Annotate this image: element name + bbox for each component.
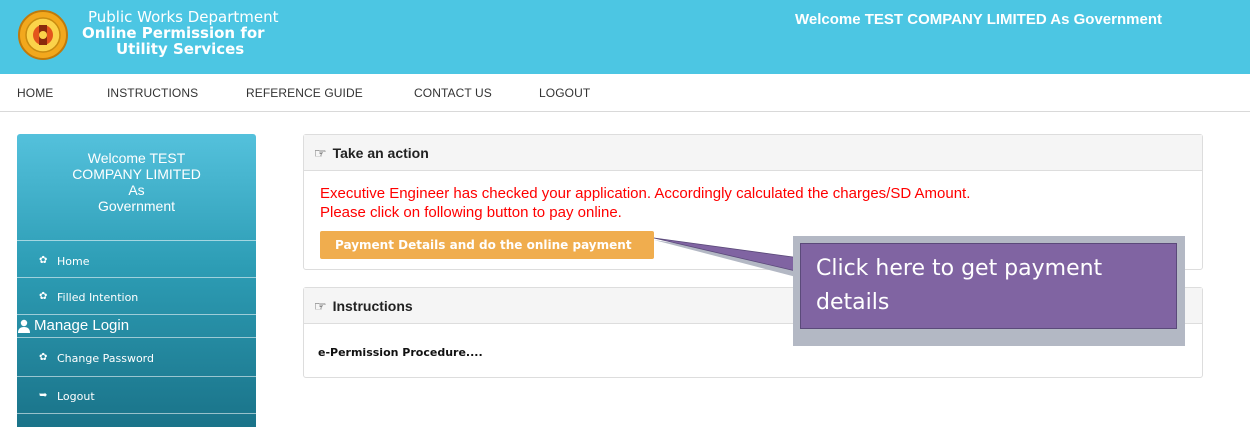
sidebar-item-label: Change Password — [57, 352, 154, 365]
sidebar-divider — [17, 277, 256, 278]
header-welcome: Welcome TEST COMPANY LIMITED As Governme… — [794, 11, 1162, 28]
payment-callout: Click here to get payment details — [793, 236, 1185, 346]
callout-line-1: Click here to get payment — [816, 256, 1103, 281]
sidebar-welcome-line: Government — [97, 198, 176, 214]
manage-login-label: Manage Login — [34, 317, 130, 334]
sidebar-divider — [17, 337, 256, 338]
user-icon — [17, 317, 31, 337]
sidebar-item-label: Logout — [57, 390, 95, 403]
hand-point-right-icon: ☞ — [314, 298, 327, 314]
sidebar-divider — [17, 240, 256, 241]
nav-contact-us[interactable]: CONTACT US — [414, 86, 492, 100]
sidebar-welcome: Welcome TEST COMPANY LIMITED As Governme… — [17, 150, 256, 214]
gear-icon: ✿ — [39, 255, 48, 266]
top-nav: HOME INSTRUCTIONS REFERENCE GUIDE CONTAC… — [0, 74, 1250, 112]
gear-icon: ✿ — [39, 352, 48, 363]
sidebar-divider — [17, 376, 256, 377]
payment-details-button[interactable]: Payment Details and do the online paymen… — [320, 231, 654, 259]
action-panel-header: ☞ Take an action — [304, 135, 1202, 171]
instructions-panel-title: Instructions — [332, 298, 413, 314]
sidebar-item-home[interactable]: ✿ Home — [17, 255, 256, 275]
dept-line-3: Utility Services — [116, 40, 245, 58]
nav-reference-guide[interactable]: REFERENCE GUIDE — [246, 86, 363, 100]
callout-text: Click here to get payment details — [800, 243, 1177, 329]
nav-home[interactable]: HOME — [17, 86, 53, 100]
department-title: Public Works Department Online Permissio… — [78, 9, 279, 57]
dept-line-2: Online Permission for — [82, 24, 265, 42]
sidebar: Welcome TEST COMPANY LIMITED As Governme… — [17, 134, 256, 427]
sidebar-item-label: Filled Intention — [57, 291, 139, 304]
nav-logout[interactable]: LOGOUT — [539, 86, 590, 100]
callout-line-2: details — [816, 290, 890, 315]
payment-message-line-2: Please click on following button to pay … — [320, 204, 622, 221]
sidebar-welcome-line: COMPANY LIMITED — [72, 166, 201, 182]
sidebar-welcome-line: Welcome TEST — [87, 150, 186, 166]
hand-point-right-icon: ☞ — [314, 145, 327, 161]
nav-instructions[interactable]: INSTRUCTIONS — [107, 86, 198, 100]
header-bar: Public Works Department Online Permissio… — [0, 0, 1250, 74]
sign-out-icon: ➥ — [39, 390, 48, 401]
sidebar-item-label: Home — [57, 255, 90, 268]
sidebar-item-filled-intention[interactable]: ✿ Filled Intention — [17, 291, 256, 311]
sidebar-divider — [17, 413, 256, 414]
action-panel-title: Take an action — [332, 145, 429, 161]
sidebar-item-logout[interactable]: ➥ Logout — [17, 390, 256, 410]
pwd-logo-icon — [18, 10, 68, 60]
payment-message-line-1: Executive Engineer has checked your appl… — [320, 185, 971, 202]
gear-icon: ✿ — [39, 291, 48, 302]
dept-line-1: Public Works Department — [88, 8, 279, 26]
procedure-link[interactable]: e-Permission Procedure.... — [318, 346, 483, 359]
sidebar-divider — [17, 314, 256, 315]
sidebar-welcome-line: As — [128, 182, 145, 198]
sidebar-item-change-password[interactable]: ✿ Change Password — [17, 352, 256, 372]
